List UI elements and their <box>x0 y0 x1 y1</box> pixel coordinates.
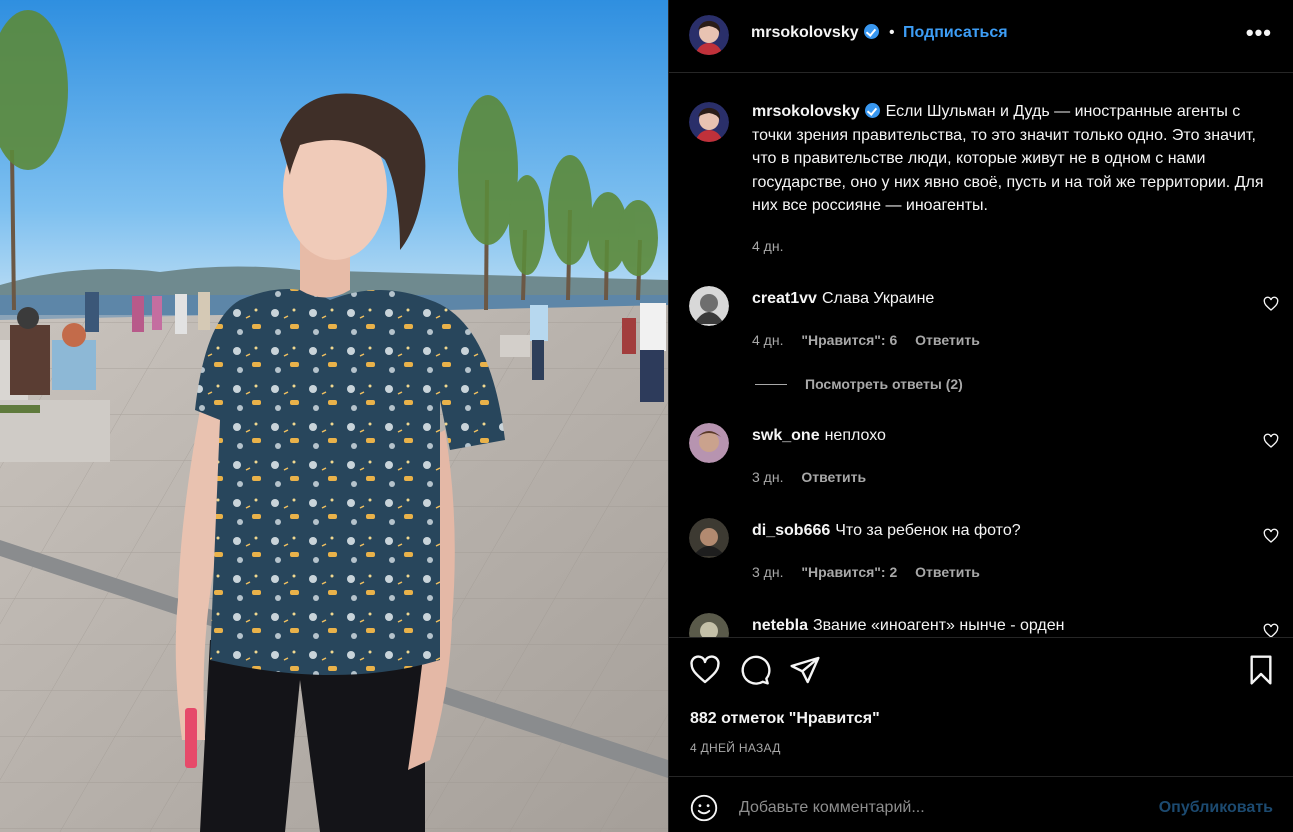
comment-text: swk_one неплохо <box>752 427 886 445</box>
view-replies-label: Посмотреть ответы (2) <box>805 376 963 392</box>
comment-likes[interactable]: "Нравится": 6 <box>801 332 897 348</box>
comment-meta: 3 дн. "Нравится": 2 Ответить <box>752 564 994 580</box>
verified-badge-icon <box>863 24 879 39</box>
reply-button[interactable]: Ответить <box>915 564 980 580</box>
follow-button[interactable]: Подписаться <box>903 24 1008 42</box>
comment-likes[interactable]: "Нравится": 2 <box>801 564 897 580</box>
post-actions <box>669 650 1293 690</box>
caption-username[interactable]: mrsokolovsky <box>752 103 860 120</box>
view-replies-line <box>755 383 787 385</box>
add-comment-bar: Опубликовать <box>669 776 1293 832</box>
verified-badge-icon <box>864 103 880 118</box>
comment-text: netebla Звание «иноагент» нынче - орден <box>752 617 1065 635</box>
publish-button[interactable]: Опубликовать <box>1159 799 1273 817</box>
post-photo[interactable] <box>0 0 668 832</box>
comment-time[interactable]: 4 дн. <box>752 332 783 348</box>
comment-time[interactable]: 3 дн. <box>752 564 783 580</box>
comment-username[interactable]: di_sob666 <box>752 522 830 539</box>
post-side-panel: mrsokolovsky • Подписаться ••• mrsokolov… <box>668 0 1293 832</box>
caption-author-avatar[interactable] <box>689 102 729 142</box>
comment-avatar[interactable] <box>689 613 729 637</box>
reply-button[interactable]: Ответить <box>801 469 866 485</box>
emoji-icon[interactable] <box>690 794 718 822</box>
reply-button[interactable]: Ответить <box>915 332 980 348</box>
comments-list[interactable]: mrsokolovsky Если Шульман и Дудь — иностр… <box>669 74 1293 638</box>
post-photo-image <box>0 0 668 832</box>
comment-input[interactable] <box>739 793 1139 823</box>
bookmark-icon[interactable] <box>1245 654 1277 686</box>
comment-text: di_sob666 Что за ребенок на фото? <box>752 522 1021 540</box>
likes-count[interactable]: 882 отметок "Нравится" <box>690 710 880 728</box>
author-username[interactable]: mrsokolovsky <box>751 24 879 42</box>
comment-body: Звание «иноагент» нынче - орден <box>813 617 1065 634</box>
heart-icon[interactable] <box>689 654 721 686</box>
post-header: mrsokolovsky • Подписаться ••• <box>669 0 1293 73</box>
author-avatar[interactable] <box>689 15 729 55</box>
heart-icon[interactable] <box>1263 296 1279 312</box>
comment-text: creat1vv Слава Украине <box>752 290 934 308</box>
comment-avatar[interactable] <box>689 423 729 463</box>
caption-text: mrsokolovsky Если Шульман и Дудь — иностр… <box>752 100 1280 218</box>
comment-body: неплохо <box>824 427 886 444</box>
post-timestamp[interactable]: 4 ДНЕЙ НАЗАД <box>690 741 781 755</box>
separator-dot: • <box>889 24 895 41</box>
comment-bubble-icon[interactable] <box>739 654 771 686</box>
caption-timestamp[interactable]: 4 дн. <box>752 238 783 254</box>
comment-body: Слава Украине <box>821 290 935 307</box>
heart-icon[interactable] <box>1263 623 1279 638</box>
heart-icon[interactable] <box>1263 528 1279 544</box>
comment-meta: 4 дн. "Нравится": 6 Ответить <box>752 332 994 348</box>
more-options-icon[interactable]: ••• <box>1246 22 1272 44</box>
paper-plane-icon[interactable] <box>789 654 821 686</box>
heart-icon[interactable] <box>1263 433 1279 449</box>
comment-username[interactable]: creat1vv <box>752 290 817 307</box>
comment-username[interactable]: swk_one <box>752 427 820 444</box>
comment-avatar[interactable] <box>689 286 729 326</box>
view-replies-button[interactable]: Посмотреть ответы (2) <box>755 376 963 392</box>
comment-meta: 3 дн. Ответить <box>752 469 880 485</box>
comment-body: Что за ребенок на фото? <box>835 522 1021 539</box>
comment-avatar[interactable] <box>689 518 729 558</box>
comment-time[interactable]: 3 дн. <box>752 469 783 485</box>
comment-username[interactable]: netebla <box>752 617 808 634</box>
